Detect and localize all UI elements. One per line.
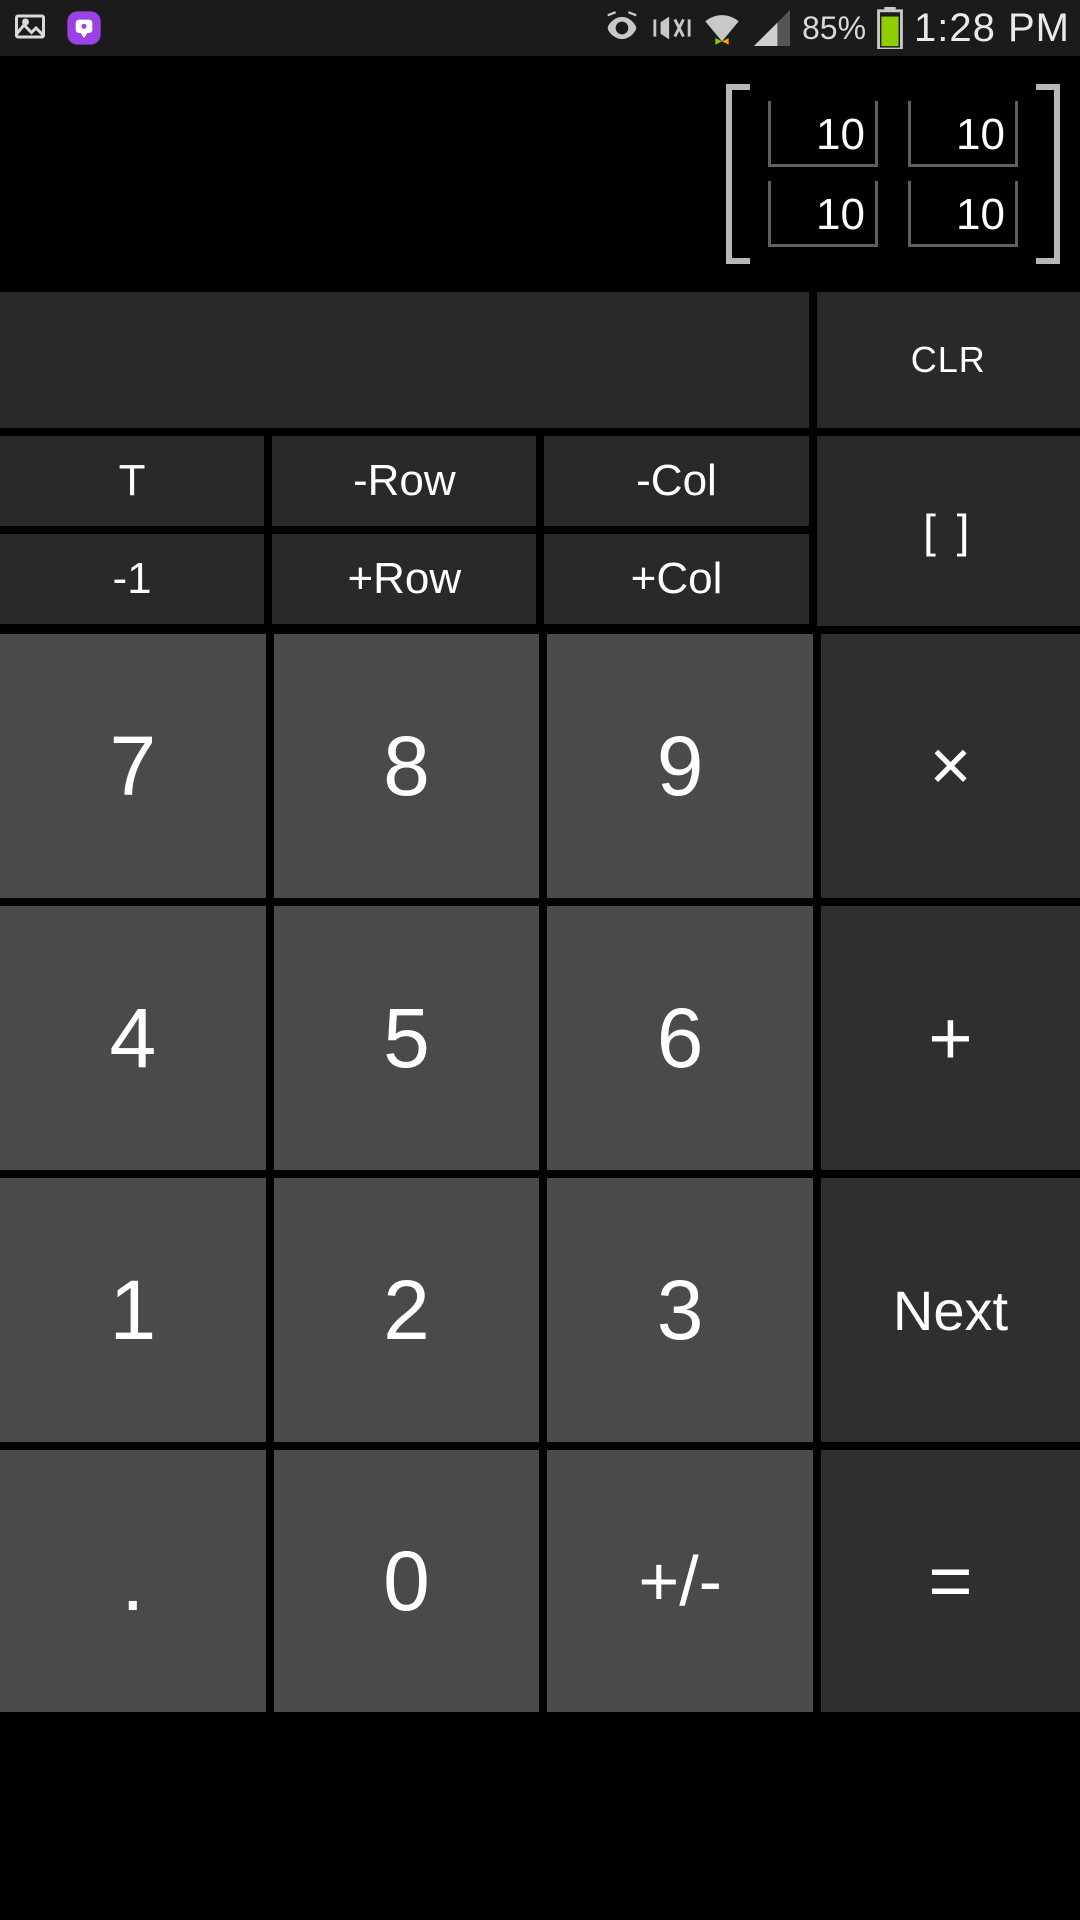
plus-button[interactable]: + (821, 906, 1080, 1170)
plus-minus-button[interactable]: +/- (547, 1450, 813, 1712)
battery-percentage-text: 85% (802, 10, 866, 47)
matrix-display: 10 10 10 10 (726, 84, 1060, 264)
transpose-button[interactable]: T (0, 436, 264, 526)
clear-button[interactable]: CLR (817, 292, 1080, 428)
digit-7-button[interactable]: 7 (0, 634, 266, 898)
matrix-cell-r2c1[interactable]: 10 (768, 181, 878, 247)
digit-8-button[interactable]: 8 (274, 634, 540, 898)
matrix-cell-r1c1[interactable]: 10 (768, 101, 878, 167)
multiply-button[interactable]: × (821, 634, 1080, 898)
digit-0-button[interactable]: 0 (274, 1450, 540, 1712)
display-area: 10 10 10 10 (0, 56, 1080, 288)
digit-3-button[interactable]: 3 (547, 1178, 813, 1442)
digit-5-button[interactable]: 5 (274, 906, 540, 1170)
keypad: CLR T -Row -Col -1 +Row +Col [ ] 7 8 (0, 288, 1080, 1920)
equals-button[interactable]: = (821, 1450, 1080, 1712)
digit-1-button[interactable]: 1 (0, 1178, 266, 1442)
add-row-button[interactable]: +Row (272, 534, 536, 624)
inverse-button[interactable]: -1 (0, 534, 264, 624)
status-bar: 85% 1:28 PM (0, 0, 1080, 56)
picture-icon (10, 8, 50, 48)
matrix-cell-r1c2[interactable]: 10 (908, 101, 1018, 167)
matrix-right-bracket (1036, 84, 1060, 264)
digit-4-button[interactable]: 4 (0, 906, 266, 1170)
screen: 85% 1:28 PM 10 10 10 10 (0, 0, 1080, 1920)
battery-icon (876, 7, 904, 49)
matrix-left-bracket (726, 84, 750, 264)
vibrate-silent-icon (652, 8, 692, 48)
status-time: 1:28 PM (914, 6, 1070, 51)
remove-col-button[interactable]: -Col (544, 436, 808, 526)
status-right: 85% 1:28 PM (602, 6, 1070, 51)
add-col-button[interactable]: +Col (544, 534, 808, 624)
expression-display[interactable] (0, 292, 809, 428)
matrix-cell-r2c2[interactable]: 10 (908, 181, 1018, 247)
brackets-button[interactable]: [ ] (817, 436, 1080, 626)
next-button[interactable]: Next (821, 1178, 1080, 1442)
wifi-icon (702, 8, 742, 48)
digit-2-button[interactable]: 2 (274, 1178, 540, 1442)
decimal-button[interactable]: . (0, 1450, 266, 1712)
purple-chat-icon (64, 8, 104, 48)
matrix-cells: 10 10 10 10 (750, 84, 1036, 264)
remove-row-button[interactable]: -Row (272, 436, 536, 526)
digit-6-button[interactable]: 6 (547, 906, 813, 1170)
digit-9-button[interactable]: 9 (547, 634, 813, 898)
signal-icon (752, 8, 792, 48)
eye-icon (602, 8, 642, 48)
status-left (10, 8, 104, 48)
